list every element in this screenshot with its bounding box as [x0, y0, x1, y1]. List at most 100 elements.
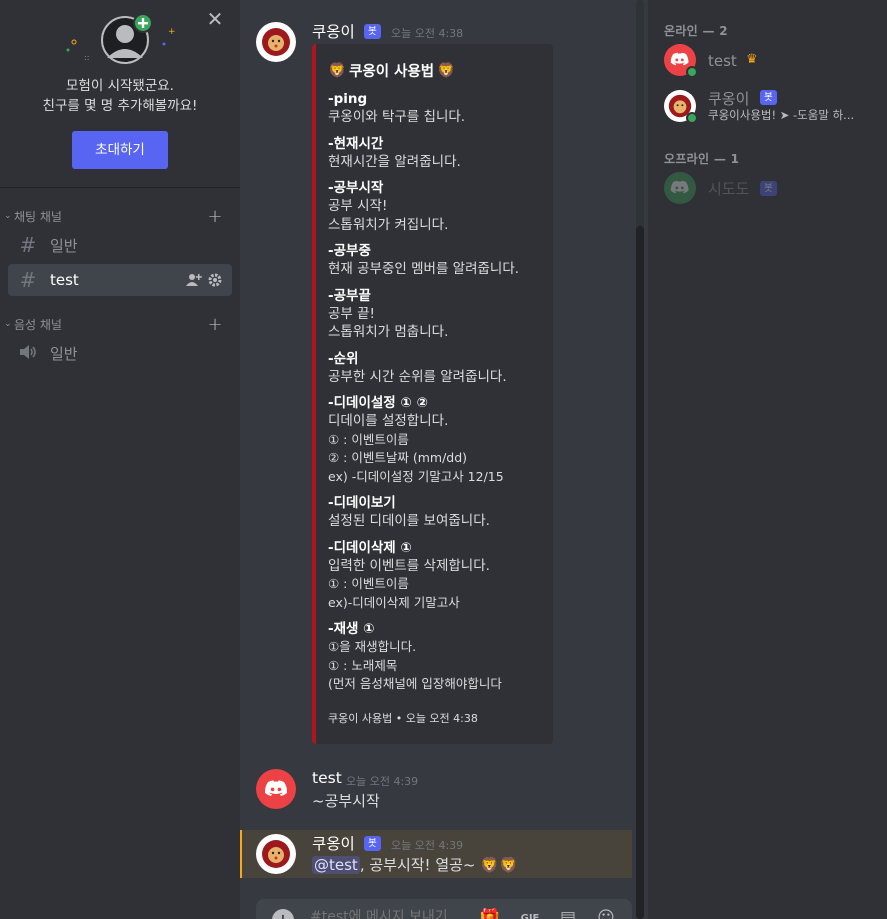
- gift-icon[interactable]: 🎁: [478, 908, 502, 919]
- bot-avatar[interactable]: [256, 834, 296, 874]
- emoji-icon[interactable]: ☺: [594, 908, 618, 919]
- bot-avatar[interactable]: [256, 22, 296, 62]
- online-status-icon: [686, 112, 698, 124]
- user-avatar[interactable]: [256, 769, 296, 809]
- embed-title-text: 쿠옹이 사용법: [349, 63, 435, 80]
- category-voice-channels[interactable]: ⌄ 음성 채널 +: [0, 314, 240, 335]
- command-description: 공부 시작!: [328, 198, 388, 214]
- member-avatar: [664, 90, 698, 124]
- command-block: -디데이설정 ① ② 디데이를 설정합니다. ① : 이벤트이름 ② : 이벤트날짜 …: [328, 394, 541, 486]
- command-name: -공부중: [328, 243, 371, 259]
- bot-tag: 봇: [760, 181, 777, 196]
- command-block: -공부끝 공부 끝! 스톱워치가 멈춥니다.: [328, 287, 541, 342]
- chevron-down-icon: ⌄: [4, 319, 12, 329]
- command-block: -디데이삭제 ① 입력한 이벤트를 삭제합니다. ① : 이벤트이름 ex)-디데이삭…: [328, 539, 541, 613]
- message-text-content: , 공부시작! 열공~: [359, 856, 476, 874]
- help-embed: 🦁 쿠옹이 사용법 🦁 -ping 쿠옹이와 탁구를 칩니다. -현재시간 현재시간을…: [312, 44, 553, 744]
- command-description: 공부한 시간 순위를 알려줍니다.: [328, 368, 507, 385]
- command-description: ① : 이벤트이름: [328, 576, 409, 591]
- online-status-icon: [686, 66, 698, 78]
- command-name: -ping: [328, 91, 368, 107]
- command-description: 공부 끝!: [328, 305, 375, 322]
- channel-item-test[interactable]: # test: [8, 264, 232, 296]
- bot-tag: 봇: [364, 24, 381, 39]
- command-description: ② : 이벤트날짜 (mm/dd): [328, 450, 468, 465]
- command-block: -재생 ① ①을 재생합니다. ① : 노래제목 (먼저 음성채널에 입장해야합니다: [328, 620, 541, 694]
- channel-item-general[interactable]: # 일반: [8, 229, 232, 261]
- message-timestamp: 오늘 오전 4:38: [391, 27, 464, 40]
- message-input[interactable]: [310, 905, 470, 919]
- svg-text:::: ::: [84, 53, 89, 62]
- category-label: 채팅 채널: [14, 209, 62, 224]
- hashtag-icon: #: [19, 268, 37, 292]
- message-composer: + 🎁 GIF ▤ ☺: [256, 899, 632, 919]
- chevron-down-icon: ⌄: [4, 211, 12, 221]
- command-description: ex)-디데이삭제 기말고사: [328, 594, 460, 610]
- message-text: ~공부시작: [312, 792, 380, 810]
- command-description: 디데이를 설정합니다.: [328, 413, 449, 429]
- invite-button[interactable]: 초대하기: [72, 131, 168, 169]
- sticker-icon[interactable]: ▤: [556, 908, 580, 919]
- user-mention[interactable]: @test: [312, 856, 360, 874]
- command-name: -디데이삭제 ①: [328, 539, 412, 556]
- message-author[interactable]: test: [312, 769, 342, 787]
- command-name: -공부시작: [328, 180, 384, 196]
- scrollbar-thumb[interactable]: [636, 226, 644, 919]
- command-description: 스톱워치가 켜집니다.: [328, 216, 449, 233]
- invite-line-2: 친구를 몇 명 추가해볼까요!: [42, 98, 198, 114]
- command-description: ① : 이벤트이름: [328, 431, 409, 447]
- member-status: 쿠옹이사용법! ➤ -도움말 하...: [708, 108, 855, 122]
- discord-logo-icon: [671, 181, 689, 194]
- close-icon[interactable]: ✕: [204, 8, 226, 30]
- add-channel-icon[interactable]: +: [204, 314, 226, 335]
- member-avatar: [664, 172, 696, 204]
- command-description: 현재시간을 알려줍니다.: [328, 153, 461, 170]
- command-block: -공부중현재 공부중인 멤버를 알려줍니다.: [328, 242, 541, 279]
- command-block: -현재시간 현재시간을 알려줍니다.: [328, 135, 541, 172]
- member-item-sidodo[interactable]: 시도도 봇: [656, 168, 879, 210]
- lion-emoji-icon: 🦁🦁: [480, 856, 518, 874]
- command-name: -재생 ①: [328, 621, 375, 637]
- command-description: 쿠옹이와 탁구를 칩니다.: [328, 109, 466, 125]
- command-list: -ping 쿠옹이와 탁구를 칩니다. -현재시간 현재시간을 알려줍니다. -공부시작…: [328, 90, 541, 694]
- invite-message: 모험이 시작됐군요. 친구를 몇 명 추가해볼까요!: [0, 76, 240, 116]
- command-block: -공부시작공부 시작! 스톱워치가 켜집니다.: [328, 179, 541, 234]
- member-name: 쿠옹이: [708, 90, 750, 108]
- upload-icon[interactable]: +: [272, 909, 294, 919]
- member-avatar: [664, 44, 698, 78]
- friend-illustration-icon: :: +: [66, 14, 176, 64]
- message-author[interactable]: 쿠옹이: [312, 832, 355, 854]
- gif-icon[interactable]: GIF: [518, 908, 542, 919]
- embed-footer: 쿠옹이 사용법 • 오늘 오전 4:38: [328, 712, 478, 725]
- message-text: @test, 공부시작! 열공~ 🦁🦁: [312, 854, 518, 875]
- discord-logo-icon: [671, 53, 689, 66]
- bot-tag: 봇: [364, 836, 381, 851]
- invite-panel: ✕ :: + 모험이 시작됐군요. 친구를 몇 명 추가해볼까요! 초대하기: [0, 0, 240, 188]
- command-description: 설정된 디데이를 보여줍니다.: [328, 513, 490, 529]
- message-author[interactable]: 쿠옹이: [312, 20, 355, 42]
- add-channel-icon[interactable]: +: [204, 206, 226, 227]
- hashtag-icon: #: [19, 233, 37, 257]
- message-timestamp: 오늘 오전 4:39: [346, 775, 419, 788]
- command-description: 현재 공부중인 멤버를 알려줍니다.: [328, 261, 520, 277]
- invite-member-icon[interactable]: [186, 273, 202, 287]
- embed-title: 🦁 쿠옹이 사용법 🦁: [328, 58, 541, 82]
- member-item-test[interactable]: test ♛: [656, 40, 879, 82]
- command-name: -디데이설정 ① ②: [328, 395, 428, 411]
- voice-channel-item-general[interactable]: 일반: [8, 337, 232, 369]
- member-item-kuongi[interactable]: 쿠옹이 봇 쿠옹이사용법! ➤ -도움말 하...: [656, 86, 879, 128]
- online-header: 온라인 — 2: [664, 24, 728, 38]
- command-name: -공부끝: [328, 287, 371, 304]
- category-text-channels[interactable]: ⌄ 채팅 채널 +: [0, 206, 240, 227]
- command-name: -순위: [328, 350, 359, 367]
- command-name: -디데이보기: [328, 495, 396, 511]
- crown-icon: ♛: [746, 52, 758, 67]
- channel-name: 일반: [50, 344, 78, 363]
- lion-emoji-icon: 🦁: [328, 62, 347, 79]
- channel-name: test: [50, 271, 79, 289]
- command-block: -ping 쿠옹이와 탁구를 칩니다.: [328, 90, 541, 127]
- member-list: 온라인 — 2 test ♛ 쿠옹이 봇 쿠옹이사용법! ➤ -도움말 하...…: [648, 0, 887, 919]
- command-block: -디데이보기설정된 디데이를 보여줍니다.: [328, 494, 541, 531]
- gear-icon[interactable]: [208, 273, 222, 287]
- svg-text:+: +: [168, 27, 176, 37]
